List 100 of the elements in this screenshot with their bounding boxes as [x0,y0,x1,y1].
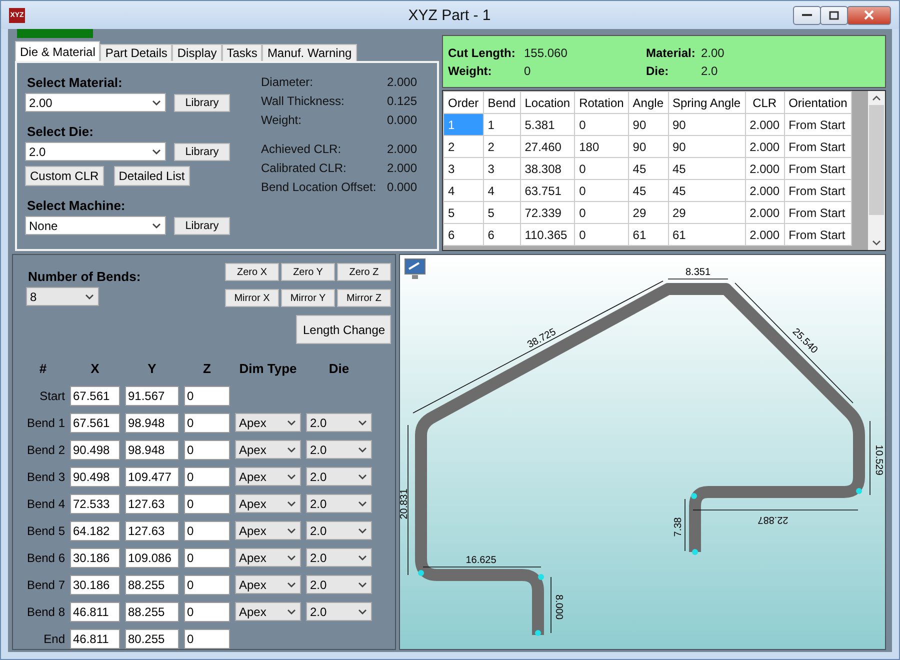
table-cell[interactable]: 29 [668,202,746,224]
y-field[interactable]: 98.948 [125,440,179,460]
table-cell[interactable]: 4 [483,180,520,202]
dim-type-dropdown[interactable]: Apex [235,494,301,513]
table-cell[interactable]: 90 [628,114,668,136]
die-dropdown[interactable]: 2.0 [306,521,372,540]
die-dropdown[interactable]: 2.0 [306,575,372,594]
y-field[interactable]: 127.63 [125,494,179,514]
table-cell[interactable]: 45 [668,180,746,202]
table-cell[interactable]: 90 [628,136,668,158]
table-cell[interactable]: 0 [574,158,628,180]
y-field[interactable]: 88.255 [125,602,179,622]
x-field[interactable]: 67.561 [70,412,120,432]
minimize-button[interactable] [793,6,821,24]
scrollbar[interactable] [868,91,885,250]
table-cell[interactable]: 5 [483,202,520,224]
column-header[interactable]: Location [520,92,575,114]
dim-type-dropdown[interactable]: Apex [235,521,301,540]
table-cell[interactable]: 2.000 [745,180,784,202]
z-field[interactable]: 0 [184,440,230,460]
tab[interactable]: Tasks [222,44,262,61]
y-field[interactable]: 127.63 [125,520,179,540]
dim-type-dropdown[interactable]: Apex [235,548,301,567]
table-cell[interactable]: 3 [483,158,520,180]
table-cell[interactable]: 63.751 [520,180,575,202]
y-field[interactable]: 80.255 [125,628,179,648]
die-dropdown[interactable]: 2.0 [306,602,372,621]
x-field[interactable]: 64.182 [70,520,120,540]
library-button[interactable]: Library [174,142,230,160]
x-field[interactable]: 90.498 [70,440,120,460]
y-field[interactable]: 98.948 [125,412,179,432]
dim-type-dropdown[interactable]: Apex [235,602,301,621]
table-cell[interactable]: From Start [784,224,852,246]
table-cell[interactable]: 110.365 [520,224,575,246]
table-cell[interactable]: 61 [668,224,746,246]
table-cell[interactable]: 180 [574,136,628,158]
table-cell[interactable]: 6 [483,224,520,246]
table-cell[interactable]: 2.000 [745,158,784,180]
z-field[interactable]: 0 [184,602,230,622]
y-field[interactable]: 109.086 [125,548,179,568]
x-field[interactable]: 72.533 [70,494,120,514]
z-field[interactable]: 0 [184,494,230,514]
table-cell[interactable]: 2.000 [745,114,784,136]
table-cell[interactable]: 0 [574,224,628,246]
table-cell[interactable]: 2.000 [745,136,784,158]
x-field[interactable]: 90.498 [70,466,120,486]
axis-button[interactable]: Mirror Z [337,289,391,307]
y-field[interactable]: 91.567 [125,386,179,406]
x-field[interactable]: 46.811 [70,602,120,622]
table-cell[interactable]: 90 [668,136,746,158]
table-cell[interactable]: From Start [784,158,852,180]
library-button[interactable]: Library [174,216,230,234]
table-cell[interactable]: 6 [444,224,484,246]
table-cell[interactable]: 5.381 [520,114,575,136]
table-cell[interactable]: From Start [784,136,852,158]
tab[interactable]: Die & Material [15,41,100,61]
column-header[interactable]: Angle [628,92,668,114]
table-cell[interactable]: 45 [668,158,746,180]
table-cell[interactable]: 0 [574,180,628,202]
die-option-button[interactable]: Custom CLR [25,166,104,186]
x-field[interactable]: 30.186 [70,574,120,594]
die-dropdown[interactable]: 2.0 [306,467,372,486]
die-dropdown[interactable]: 2.0 [306,413,372,432]
column-header[interactable]: Rotation [574,92,628,114]
material-dropdown[interactable]: 2.00 [25,93,166,112]
dim-type-dropdown[interactable]: Apex [235,413,301,432]
machine-dropdown[interactable]: None [25,216,166,235]
maximize-button[interactable] [820,6,848,24]
z-field[interactable]: 0 [184,574,230,594]
x-field[interactable]: 46.811 [70,628,120,648]
axis-button[interactable]: Zero X [225,263,279,281]
z-field[interactable]: 0 [184,520,230,540]
z-field[interactable]: 0 [184,412,230,432]
table-cell[interactable]: 2 [444,136,484,158]
table-cell[interactable]: 38.308 [520,158,575,180]
table-cell[interactable]: From Start [784,180,852,202]
column-header[interactable]: Spring Angle [668,92,746,114]
dim-type-dropdown[interactable]: Apex [235,440,301,459]
z-field[interactable]: 0 [184,466,230,486]
table-cell[interactable]: 1 [483,114,520,136]
view-icon[interactable] [404,258,426,279]
table-cell[interactable]: 45 [628,158,668,180]
die-dropdown[interactable]: 2.0 [306,494,372,513]
axis-button[interactable]: Zero Y [281,263,335,281]
library-button[interactable]: Library [174,94,230,112]
table-cell[interactable]: From Start [784,202,852,224]
table-cell[interactable]: 2.000 [745,224,784,246]
column-header[interactable]: Order [444,92,484,114]
table-cell[interactable]: 45 [628,180,668,202]
table-cell[interactable]: 3 [444,158,484,180]
tab[interactable]: Part Details [100,44,172,61]
table-cell[interactable]: 2 [483,136,520,158]
table-cell[interactable]: 72.339 [520,202,575,224]
dim-type-dropdown[interactable]: Apex [235,467,301,486]
z-field[interactable]: 0 [184,386,230,406]
die-option-button[interactable]: Detailed List [114,166,190,186]
table-cell[interactable]: 2.000 [745,202,784,224]
tab[interactable]: Display [172,44,222,61]
axis-button[interactable]: Mirror X [225,289,279,307]
x-field[interactable]: 67.561 [70,386,120,406]
